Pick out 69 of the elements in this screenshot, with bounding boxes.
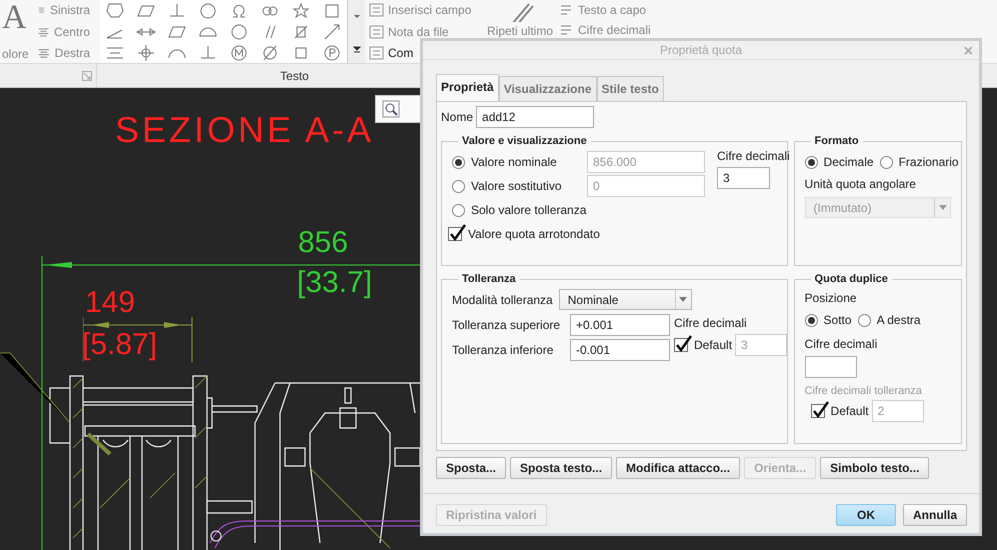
tab[interactable]: Stile testo (596, 76, 664, 101)
zoom-icon[interactable] (382, 100, 400, 118)
action-button[interactable]: Simbolo testo... (820, 457, 930, 479)
field-label: Unità quota angolare (804, 176, 917, 193)
caret-icon (938, 205, 946, 210)
input-field[interactable]: +0.001 (570, 314, 670, 336)
name-field[interactable]: add12 (476, 106, 594, 128)
note-icon[interactable] (369, 3, 385, 17)
tab[interactable]: Proprietà (436, 74, 499, 102)
tab[interactable]: Visualizzazione (498, 76, 596, 101)
dimension-alt-value: [5.87] (82, 330, 158, 360)
name-label: Nome (441, 109, 474, 126)
radio-label[interactable]: Frazionario (898, 153, 959, 171)
field-label: Modalità tolleranza (452, 292, 553, 308)
section-title: SEZIONE A-A (115, 112, 374, 148)
dimension-alt-value: [33.7] (297, 268, 372, 298)
tolerance-mode-dropdown[interactable]: Nominale (558, 289, 692, 310)
circle-icon[interactable] (228, 22, 249, 42)
dimension-value: 856 (298, 228, 348, 258)
group-title: Valore e visualizzazione (461, 136, 588, 147)
radio-button[interactable] (452, 180, 465, 192)
input-field[interactable]: -0.001 (570, 339, 670, 361)
circled-m-icon[interactable] (228, 43, 249, 64)
radio-label[interactable]: Sotto (824, 311, 852, 329)
crosshair-icon[interactable] (136, 43, 156, 64)
fraction-icon[interactable] (369, 46, 385, 60)
note-icon[interactable] (369, 24, 385, 39)
font-color-glyph[interactable]: A (2, 0, 27, 36)
group-title: Tolleranza (461, 274, 517, 285)
radio-label[interactable]: A destra (876, 311, 921, 329)
radio-label[interactable]: Valore nominale (471, 153, 557, 171)
radio-button[interactable] (804, 314, 818, 326)
radio-button[interactable] (880, 156, 893, 168)
field-label: Tolleranza inferiore (452, 342, 554, 359)
radio-button[interactable] (858, 314, 871, 326)
field-label: Cifre decimali (804, 336, 878, 353)
cancel-button[interactable]: Annulla (903, 504, 967, 526)
radio-label[interactable]: Solo valore tolleranza (471, 201, 586, 219)
field-label: Cifre decimali tolleranza (804, 384, 923, 399)
circled-p-icon[interactable] (322, 43, 342, 64)
radio-button[interactable] (452, 204, 465, 216)
action-button[interactable]: Sposta... (436, 457, 506, 479)
align-icon[interactable] (38, 47, 50, 60)
align-icon[interactable] (38, 26, 49, 38)
radio-label[interactable]: Decimale (824, 153, 874, 171)
radio-button[interactable] (804, 156, 818, 168)
format-icon[interactable] (559, 3, 573, 17)
checkbox-label[interactable]: Valore quota arrotondato (468, 225, 600, 243)
dimension-value: 149 (85, 288, 136, 318)
checkbox-label[interactable]: Default (694, 336, 732, 354)
checkbox-label[interactable]: Default (830, 402, 869, 420)
dialog-title: Proprietà quota (660, 42, 742, 59)
field-label: Posizione (804, 290, 858, 307)
radio-label[interactable]: Valore sostitutivo (471, 177, 562, 195)
field-label: Tolleranza superiore (452, 317, 562, 334)
input-field[interactable] (804, 356, 857, 378)
group-title: Quota duplice (814, 274, 889, 285)
action-button[interactable]: Sposta testo... (510, 457, 612, 479)
group-title: Formato (814, 136, 860, 147)
caret-icon (679, 297, 688, 302)
radio-button[interactable] (452, 156, 465, 168)
format-icon[interactable] (559, 23, 573, 37)
field-label: Cifre decimali (674, 315, 748, 332)
ok-button[interactable]: OK (836, 504, 896, 526)
field-label: Cifre decimali (717, 148, 790, 165)
action-button[interactable]: Modifica attacco... (616, 457, 740, 479)
input-field[interactable]: 3 (717, 167, 770, 189)
star-icon[interactable] (290, 0, 311, 21)
ribbon-command[interactable]: Com (388, 44, 414, 62)
